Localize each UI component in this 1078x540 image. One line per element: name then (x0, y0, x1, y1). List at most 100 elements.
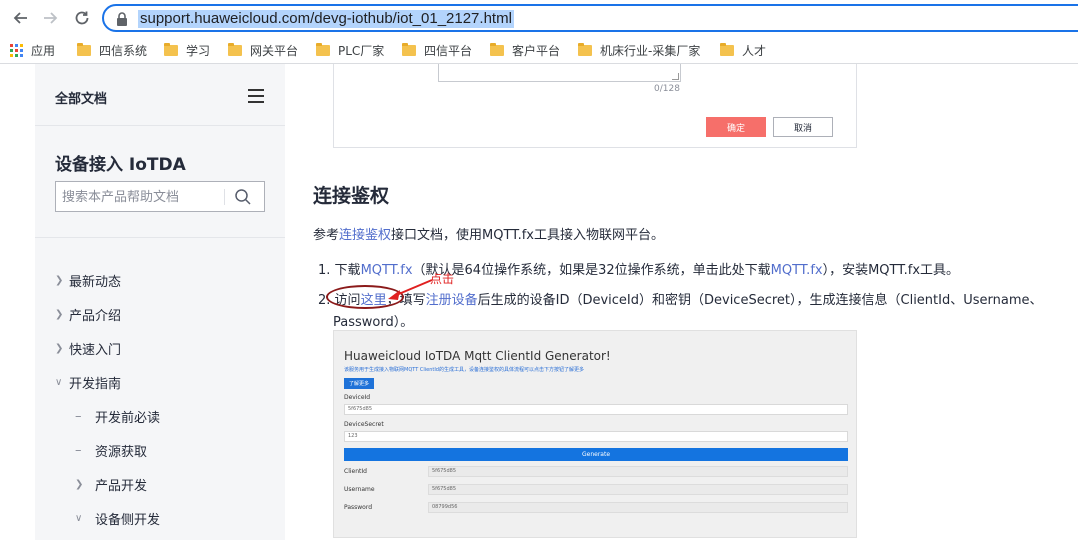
clientid-label: ClientId (344, 468, 367, 475)
bookmark-folder[interactable]: 人才 (720, 41, 766, 59)
mqttfx-32bit-link[interactable]: MQTT.fx (771, 263, 823, 278)
sidebar-item-latest[interactable]: ❯ 最新动态 (55, 270, 121, 290)
password-label: Password (344, 504, 373, 511)
folder-icon (164, 42, 178, 56)
folder-icon (402, 42, 416, 56)
bookmark-folder[interactable]: 学习 (164, 41, 210, 59)
intro-prefix: 参考 (313, 228, 340, 243)
bookmark-label: 四信平台 (424, 43, 473, 58)
clientid-value: 5f675d85 (428, 466, 848, 477)
chevron-down-icon: ∨ (75, 512, 83, 524)
generator-screenshot: Huaweicloud IoTDA Mqtt ClientId Generato… (333, 330, 857, 538)
sidebar-item-product-dev[interactable]: ❯ 产品开发 (75, 474, 147, 494)
search-icon[interactable] (234, 188, 252, 206)
chevron-right-icon: ❯ (55, 274, 64, 286)
chevron-right-icon: ❯ (75, 478, 84, 490)
sidebar-item-label: 产品开发 (95, 478, 148, 494)
sidebar-item-label: 快速入门 (69, 342, 122, 358)
sidebar-item-dev-guide[interactable]: ∨ 开发指南 (55, 372, 121, 392)
bookmark-label: 机床行业-采集厂家 (600, 43, 701, 58)
dash-icon: – (75, 408, 82, 424)
generator-title: Huaweicloud IoTDA Mqtt ClientId Generato… (344, 349, 611, 363)
bookmark-label: 客户平台 (512, 43, 561, 58)
section-heading: 连接鉴权 (313, 185, 390, 207)
feedback-box: 0/128 确定 取消 (333, 64, 857, 148)
browser-toolbar: support.huaweicloud.com/devg-iothub/iot_… (0, 0, 1078, 36)
address-bar[interactable]: support.huaweicloud.com/devg-iothub/iot_… (102, 4, 1078, 32)
sidebar-item-quickstart[interactable]: ❯ 快速入门 (55, 338, 121, 358)
resize-handle-icon[interactable] (672, 73, 679, 80)
bookmark-apps[interactable]: 应用 (10, 41, 55, 59)
sidebar-item-product-intro[interactable]: ❯ 产品介绍 (55, 304, 121, 324)
devicesecret-label: DeviceSecret (344, 421, 384, 428)
bookmark-label: 应用 (31, 43, 56, 58)
bookmark-label: PLC厂家 (338, 43, 385, 58)
step-2-continued: Password）。 (333, 315, 414, 330)
step-number: 1. (318, 263, 331, 278)
back-arrow-icon[interactable] (9, 6, 33, 30)
lock-icon[interactable] (116, 12, 128, 26)
folder-icon (77, 42, 91, 56)
reload-icon[interactable] (70, 6, 94, 30)
bookmark-folder[interactable]: 机床行业-采集厂家 (578, 41, 700, 59)
search-divider (224, 189, 225, 205)
url-text[interactable]: support.huaweicloud.com/devg-iothub/iot_… (138, 10, 514, 28)
confirm-button[interactable]: 确定 (706, 117, 766, 137)
doc-search-input[interactable] (62, 188, 222, 206)
chevron-down-icon: ∨ (55, 376, 63, 388)
step-text: ），安装MQTT.fx工具。 (822, 263, 960, 278)
annotation-arrow-icon (388, 279, 433, 300)
folder-icon (490, 42, 504, 56)
sidebar-divider (35, 237, 285, 238)
chevron-right-icon: ❯ (55, 342, 64, 354)
username-label: Username (344, 486, 375, 493)
dash-icon: – (75, 442, 82, 458)
forward-arrow-icon[interactable] (38, 6, 62, 30)
devicesecret-field: 123 (344, 431, 848, 442)
sidebar-item-label: 最新动态 (69, 274, 122, 290)
generator-description: 该服务用于生成接入物联网MQTT ClientId的生成工具，设备连接鉴权的具体… (344, 367, 584, 373)
hamburger-menu-icon[interactable] (248, 89, 264, 103)
bookmark-label: 学习 (186, 43, 211, 58)
intro-paragraph: 参考连接鉴权接口文档，使用MQTT.fx工具接入物联网平台。 (313, 224, 664, 243)
bookmark-folder[interactable]: 客户平台 (490, 41, 560, 59)
feedback-textarea[interactable] (438, 64, 681, 82)
sidebar-item-label: 开发前必读 (95, 410, 161, 426)
bookmark-label: 网关平台 (250, 43, 299, 58)
deviceid-label: DeviceId (344, 394, 371, 401)
char-counter: 0/128 (654, 84, 680, 94)
step-text: （默认是64位操作系统，如果是32位操作系统，单击此处下载 (412, 263, 771, 278)
bookmark-folder[interactable]: PLC厂家 (316, 41, 384, 59)
step-text: 后生成的设备ID（DeviceId）和密钥（DeviceSecret），生成连接… (477, 293, 1043, 308)
cancel-button[interactable]: 取消 (773, 117, 833, 137)
generate-button: Generate (344, 448, 848, 461)
bookmarks-bar: 应用 四信系统 学习 网关平台 PLC厂家 四信平台 客户平台 机床行业-采集厂… (0, 36, 1078, 64)
bookmark-label: 四信系统 (99, 43, 148, 58)
sidebar-header: 全部文档 (35, 64, 285, 126)
sidebar-item-label: 设备侧开发 (95, 512, 161, 528)
folder-icon (316, 42, 330, 56)
sidebar-item-before-dev[interactable]: – 开发前必读 (75, 406, 160, 426)
chevron-right-icon: ❯ (55, 308, 64, 320)
sidebar-item-label: 资源获取 (95, 444, 148, 460)
learn-more-button: 了解更多 (344, 378, 374, 389)
sidebar-item-label: 开发指南 (69, 376, 122, 392)
sidebar-item-device-dev[interactable]: ∨ 设备侧开发 (75, 508, 160, 528)
all-docs-label[interactable]: 全部文档 (55, 88, 107, 107)
bookmark-folder[interactable]: 四信平台 (402, 41, 472, 59)
username-value: 5f675d85 (428, 484, 848, 495)
step-text: 下载 (334, 263, 361, 278)
folder-icon (578, 42, 592, 56)
product-title: 设备接入 IoTDA (55, 155, 186, 175)
sidebar-item-label: 产品介绍 (69, 308, 122, 324)
bookmark-folder[interactable]: 网关平台 (228, 41, 298, 59)
doc-search-box (55, 181, 265, 212)
password-value: 08799d56 (428, 502, 848, 513)
deviceid-field: 5f675d85 (344, 404, 848, 415)
doc-sidebar: 全部文档 设备接入 IoTDA ❯ 最新动态 ❯ 产品介绍 ❯ 快速入门 ∨ 开… (35, 64, 285, 540)
apps-grid-icon (10, 43, 23, 57)
sidebar-item-resources[interactable]: – 资源获取 (75, 440, 147, 460)
connect-auth-link[interactable]: 连接鉴权 (339, 228, 391, 243)
bookmark-folder[interactable]: 四信系统 (77, 41, 147, 59)
bookmark-label: 人才 (742, 43, 767, 58)
